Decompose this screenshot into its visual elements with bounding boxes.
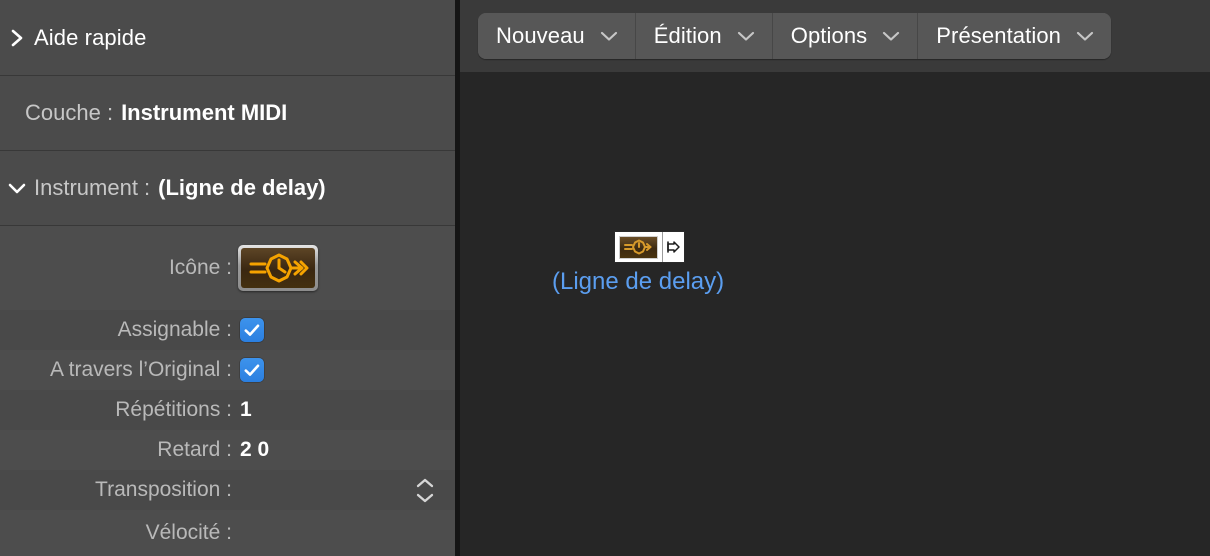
param-row-thru-original: A travers l’Original : [0,350,455,390]
param-row-velocity: Vélocité : [0,510,455,556]
toolbar: Nouveau Édition Options Présentation [478,13,1111,59]
param-row-transposition: Transposition : [0,470,455,510]
chevron-down-icon [1076,31,1094,41]
toolbar-button-edition[interactable]: Édition [635,13,773,59]
instrument-value: (Ligne de delay) [158,175,326,200]
param-row-delay: Retard : 2 0 [0,430,455,470]
chevron-down-icon [600,31,617,41]
inspector-sidebar: Aide rapide Couche : Instrument MIDI Ins… [0,0,455,556]
toolbar-button-presentation-label: Présentation [936,23,1061,48]
environment-canvas[interactable]: (Ligne de delay) [460,72,1210,556]
toolbar-button-nouveau[interactable]: Nouveau [478,13,636,59]
checkbox-thru-original[interactable] [240,358,264,382]
toolbar-button-nouveau-label: Nouveau [496,23,585,48]
layer-row[interactable]: Couche : Instrument MIDI [0,76,455,150]
icon-picker-button[interactable] [238,245,318,291]
param-row-repetitions: Répétitions : 1 [0,390,455,430]
section-header-instrument[interactable]: Instrument : (Ligne de delay) [0,151,455,225]
param-label-icon: Icône : [168,256,232,279]
toolbar-button-options-label: Options [790,23,868,48]
toolbar-button-edition-label: Édition [653,23,722,48]
param-row-assignable: Assignable : [0,310,455,350]
chevron-right-icon[interactable] [0,27,34,49]
environment-object[interactable]: (Ligne de delay) [552,232,787,296]
chevron-up-icon [416,478,434,487]
stepper-transposition[interactable] [412,473,438,507]
layer-label: Couche : [25,100,114,125]
toolbar-button-presentation[interactable]: Présentation [918,13,1111,59]
param-label-assignable: Assignable : [117,318,232,341]
object-label[interactable]: (Ligne de delay) [552,268,724,296]
plugin-window: Aide rapide Couche : Instrument MIDI Ins… [0,0,1210,556]
chevron-down-icon[interactable] [0,179,34,197]
delay-clock-icon [619,235,658,259]
toolbar-button-options[interactable]: Options [772,13,919,59]
param-label-repetitions: Répétitions : [115,398,232,421]
checkbox-assignable[interactable] [240,318,264,342]
instrument-label: Instrument : [34,175,151,200]
chevron-down-icon [416,493,434,502]
param-label-delay: Retard : [157,438,232,461]
param-value-delay[interactable]: 2 0 [240,438,269,462]
param-label-thru-original: A travers l’Original : [49,358,232,381]
object-box[interactable] [615,232,684,262]
output-port-icon[interactable] [663,232,684,262]
param-label-velocity: Vélocité : [145,521,232,544]
section-header-quick-help[interactable]: Aide rapide [0,0,455,75]
param-label-transposition: Transposition : [95,478,232,501]
delay-clock-icon [241,248,315,288]
object-icon-cell [615,232,663,262]
layer-value[interactable]: Instrument MIDI [121,100,287,126]
param-row-icon: Icône : [0,226,455,310]
section-title-quick-help: Aide rapide [34,24,147,50]
param-value-repetitions[interactable]: 1 [240,398,252,422]
chevron-down-icon [883,31,900,41]
chevron-down-icon [737,31,754,41]
